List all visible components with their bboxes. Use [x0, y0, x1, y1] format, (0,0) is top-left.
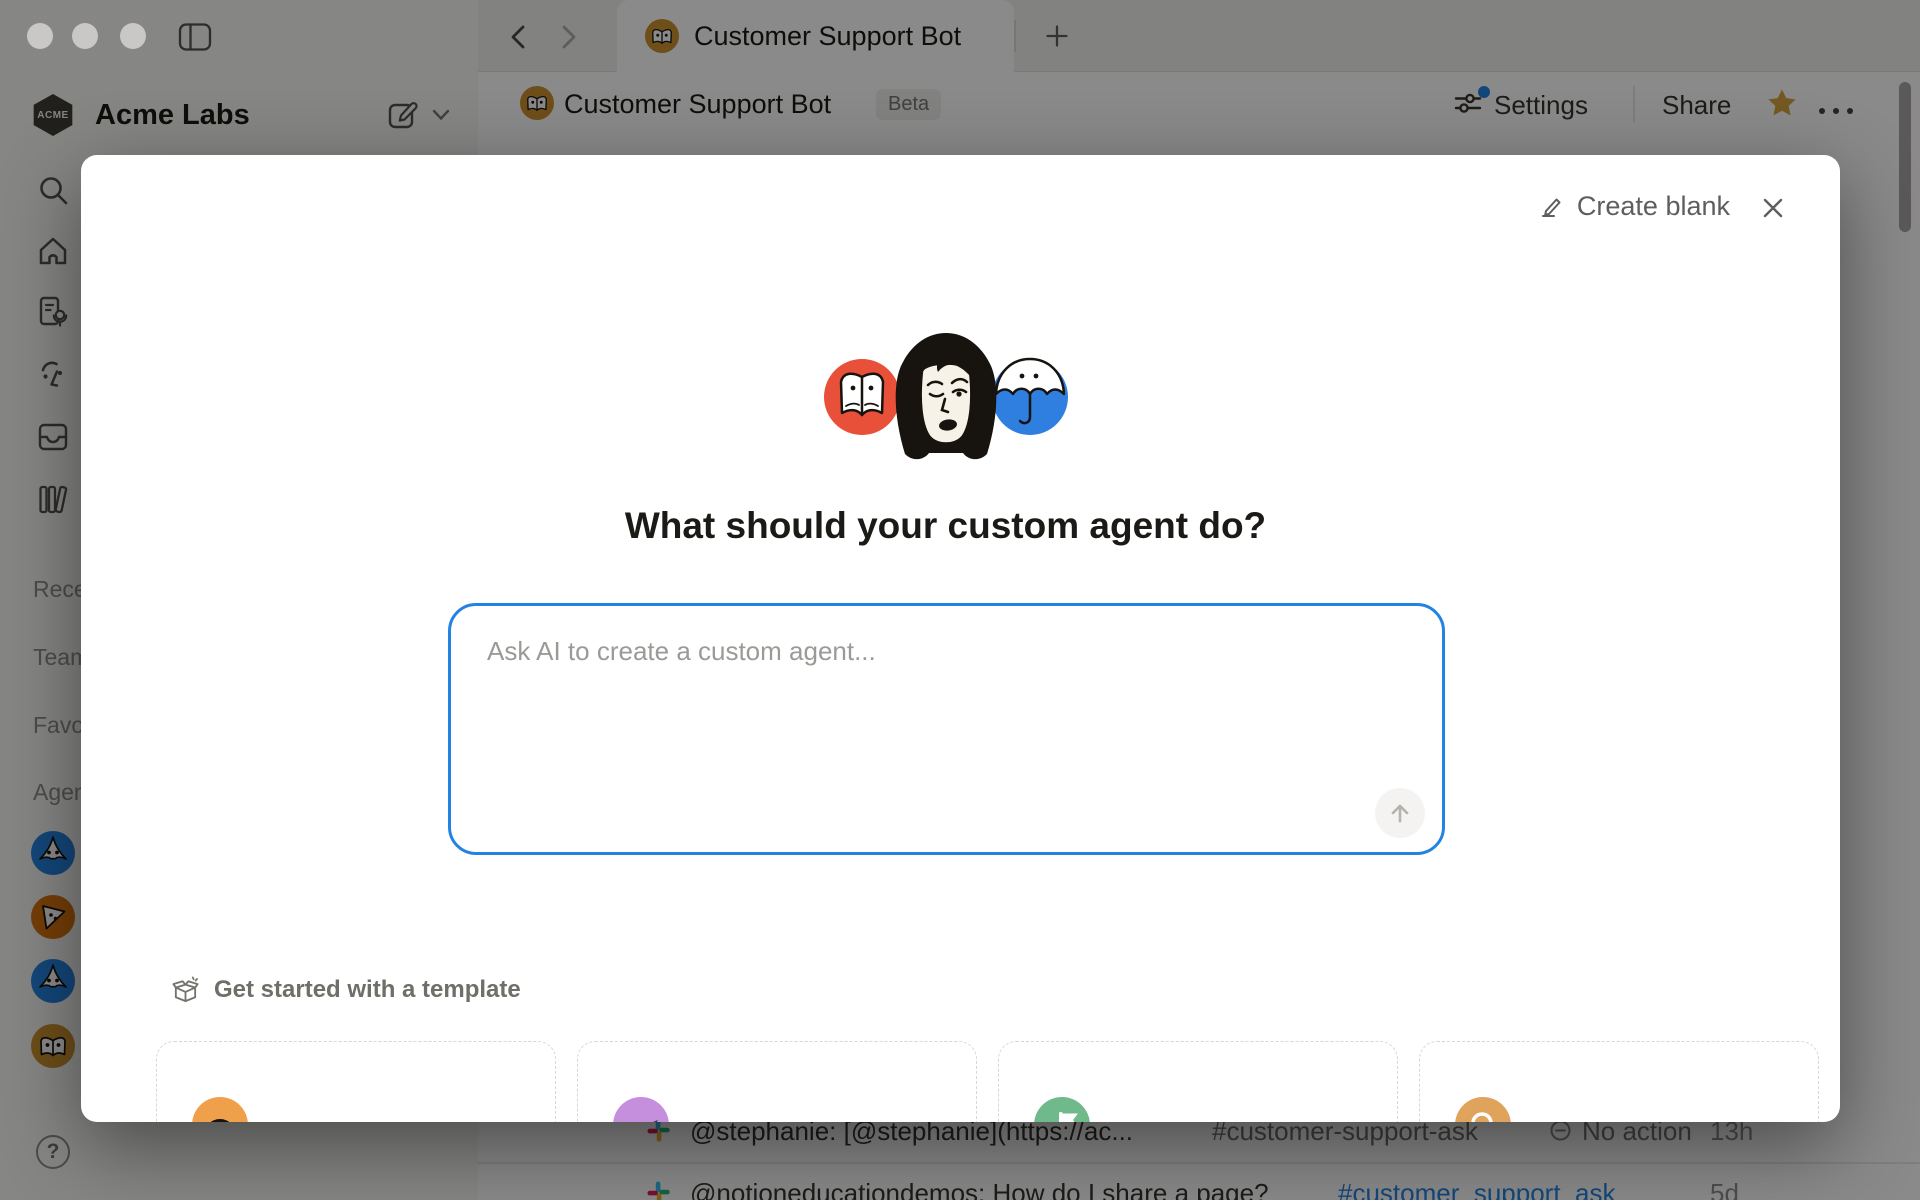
close-icon[interactable]: [1760, 195, 1786, 221]
templates-heading-label: Get started with a template: [214, 976, 521, 1004]
open-book-icon: [841, 374, 883, 415]
templates-heading: Get started with a template: [171, 975, 521, 1004]
template-card[interactable]: [998, 1041, 1398, 1122]
arrow-up-icon: [1387, 800, 1413, 826]
paper-plane-icon: [613, 1097, 669, 1122]
template-cards-row: [156, 1041, 1819, 1122]
agent-prompt-inputwrap: [448, 603, 1445, 855]
app-window: ACME Acme Labs: [0, 0, 1920, 1200]
template-card-icon: [613, 1097, 669, 1122]
template-box-icon: [171, 975, 200, 1004]
template-card[interactable]: [1419, 1041, 1819, 1122]
traffic-light-close[interactable]: [27, 23, 53, 49]
agent-prompt-input[interactable]: [448, 603, 1445, 855]
traffic-light-zoom[interactable]: [120, 23, 146, 49]
create-blank-button[interactable]: Create blank: [1539, 191, 1730, 222]
template-card-icon: [1034, 1097, 1090, 1122]
flag-icon: [1034, 1097, 1090, 1122]
template-card-icon: [192, 1097, 248, 1122]
create-blank-label: Create blank: [1577, 191, 1730, 222]
traffic-light-minimize[interactable]: [72, 23, 98, 49]
woman-face: [896, 333, 997, 459]
template-card[interactable]: [577, 1041, 977, 1122]
template-card[interactable]: [156, 1041, 556, 1122]
pencil-line-icon: [1539, 194, 1565, 220]
create-agent-modal: Create blank: [81, 155, 1840, 1122]
hair-arch-icon: [192, 1097, 248, 1122]
modal-heading: What should your custom agent do?: [81, 505, 1810, 547]
agent-illustration: [824, 321, 1068, 461]
submit-button[interactable]: [1375, 788, 1425, 838]
magnifier-icon: [1455, 1097, 1511, 1122]
template-card-icon: [1455, 1097, 1511, 1122]
